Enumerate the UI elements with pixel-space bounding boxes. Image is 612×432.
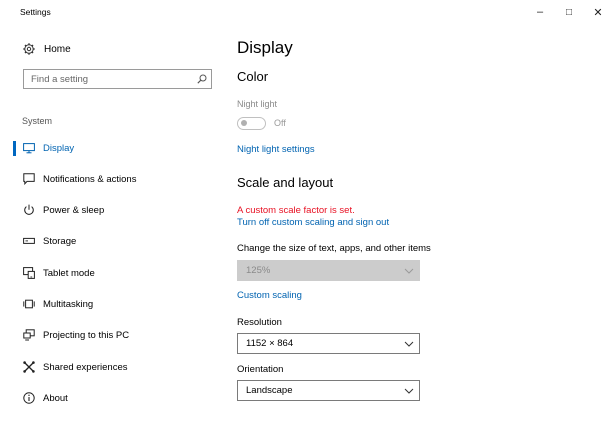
custom-scale-warning: A custom scale factor is set. xyxy=(237,205,355,216)
power-icon xyxy=(22,204,35,217)
sidebar-item-label: Power & sleep xyxy=(43,204,105,216)
sidebar-item-power-sleep[interactable]: Power & sleep xyxy=(0,199,225,221)
resolution-dropdown[interactable]: 1152 × 864 xyxy=(237,333,420,354)
monitor-icon xyxy=(22,142,35,155)
search-input[interactable] xyxy=(24,70,193,88)
home-label: Home xyxy=(44,43,71,55)
night-light-state: Off xyxy=(274,118,286,128)
orientation-label: Orientation xyxy=(237,364,284,375)
section-heading-color: Color xyxy=(237,69,269,84)
close-button[interactable]: ✕ xyxy=(586,4,610,20)
sidebar-item-label: Storage xyxy=(43,235,77,247)
search-box[interactable] xyxy=(23,69,212,89)
sidebar-item-label: Notifications & actions xyxy=(43,173,137,185)
night-light-label: Night light xyxy=(237,99,278,109)
sidebar-item-label: Projecting to this PC xyxy=(43,329,130,341)
resolution-value: 1152 × 864 xyxy=(246,338,294,349)
resolution-label: Resolution xyxy=(237,317,282,328)
multitasking-icon xyxy=(22,298,35,311)
scale-value: 125% xyxy=(246,265,271,276)
sidebar-item-about[interactable]: About xyxy=(0,387,225,409)
chevron-down-icon xyxy=(399,381,419,400)
sidebar-item-tablet-mode[interactable]: Tablet mode xyxy=(0,262,225,284)
title-bar: Settings – □ ✕ xyxy=(0,0,612,24)
sidebar-item-notifications[interactable]: Notifications & actions xyxy=(0,168,225,190)
sidebar-item-shared-experiences[interactable]: Shared experiences xyxy=(0,356,225,378)
info-icon xyxy=(22,392,35,405)
sidebar-item-label: Display xyxy=(43,142,75,154)
active-indicator xyxy=(13,141,16,156)
gear-icon xyxy=(22,43,35,56)
maximize-button[interactable]: □ xyxy=(557,4,581,20)
main-content: Display Color Night light Off Night ligh… xyxy=(237,24,597,432)
storage-drive-icon xyxy=(22,235,35,248)
night-light-settings-link[interactable]: Night light settings xyxy=(237,144,315,155)
sidebar-item-label: Shared experiences xyxy=(43,361,128,373)
sidebar-item-label: About xyxy=(43,392,68,404)
chevron-down-icon xyxy=(399,261,419,280)
sidebar-item-storage[interactable]: Storage xyxy=(0,230,225,252)
search-icon[interactable] xyxy=(193,70,211,88)
home-nav-item[interactable]: Home xyxy=(22,41,71,57)
custom-scaling-link[interactable]: Custom scaling xyxy=(237,290,302,301)
scale-dropdown: 125% xyxy=(237,260,420,281)
sidebar-item-display[interactable]: Display xyxy=(0,137,225,159)
notification-icon xyxy=(22,173,35,186)
sidebar-item-label: Tablet mode xyxy=(43,267,95,279)
app-title: Settings xyxy=(20,7,51,17)
projecting-icon xyxy=(22,329,35,342)
orientation-value: Landscape xyxy=(246,385,293,396)
tablet-mode-icon xyxy=(22,267,35,280)
section-heading-scale-layout: Scale and layout xyxy=(237,175,334,190)
night-light-toggle[interactable] xyxy=(237,117,266,130)
section-label-system: System xyxy=(22,116,53,126)
sidebar-item-label: Multitasking xyxy=(43,298,94,310)
turn-off-custom-scaling-link[interactable]: Turn off custom scaling and sign out xyxy=(237,217,389,228)
size-label: Change the size of text, apps, and other… xyxy=(237,243,431,254)
toggle-knob xyxy=(241,120,247,126)
minimize-button[interactable]: – xyxy=(528,4,552,20)
sidebar-item-projecting[interactable]: Projecting to this PC xyxy=(0,324,225,346)
orientation-dropdown[interactable]: Landscape xyxy=(237,380,420,401)
sidebar: Home System Display Notifications & acti… xyxy=(0,24,225,432)
chevron-down-icon xyxy=(399,334,419,353)
page-title: Display xyxy=(237,38,293,57)
shared-experiences-icon xyxy=(22,361,35,374)
sidebar-item-multitasking[interactable]: Multitasking xyxy=(0,293,225,315)
